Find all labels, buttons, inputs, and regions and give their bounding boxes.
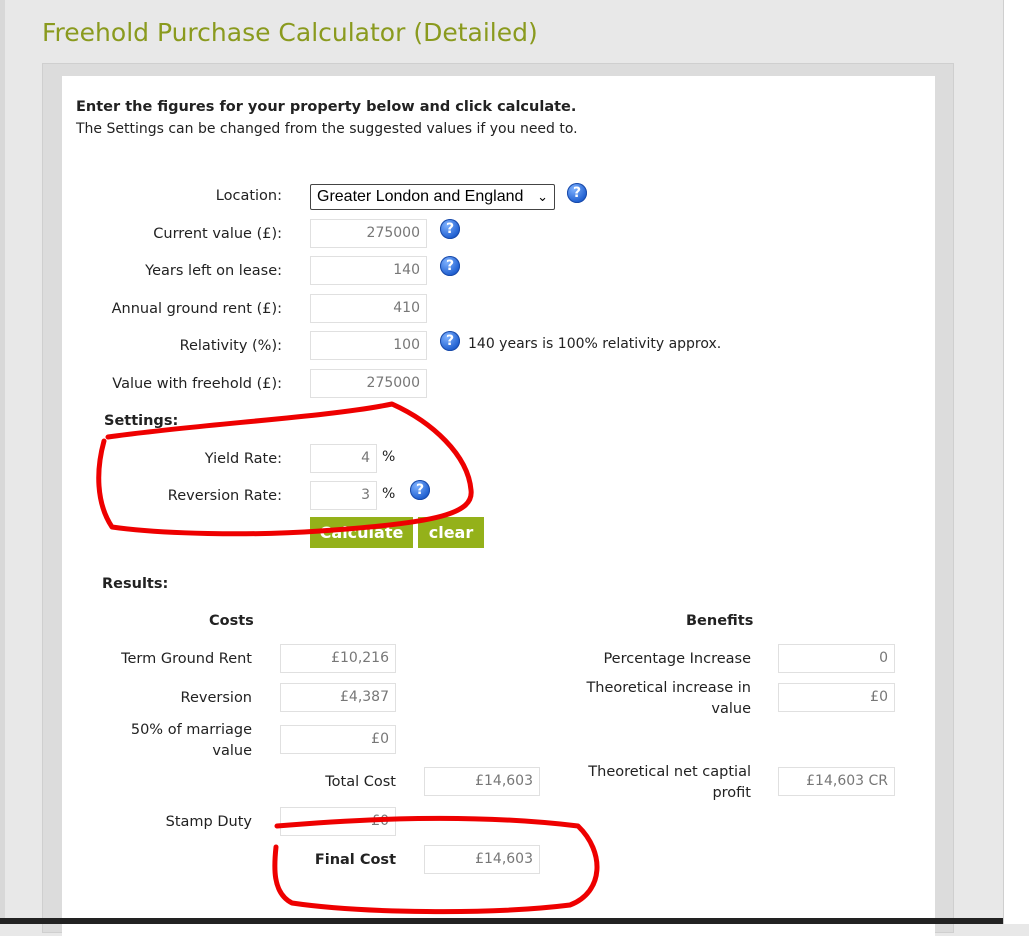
- final-cost-label: Final Cost: [314, 852, 396, 868]
- relativity-note: 140 years is 100% relativity approx.: [468, 336, 722, 352]
- chevron-down-icon: ⌄: [537, 189, 548, 204]
- location-select[interactable]: Greater London and England ⌄: [310, 184, 555, 210]
- ground-rent-input[interactable]: 410: [310, 294, 427, 323]
- help-icon-location[interactable]: ?: [567, 183, 587, 203]
- calculate-button[interactable]: Calculate: [310, 517, 413, 548]
- yield-rate-label: Yield Rate:: [204, 451, 282, 467]
- total-cost-value: £14,603: [424, 767, 540, 796]
- intro-heading: Enter the figures for your property belo…: [76, 99, 577, 115]
- term-ground-rent-value: £10,216: [280, 644, 396, 673]
- results-title: Results:: [102, 576, 169, 592]
- marriage-value-label: 50% of marriage value: [130, 722, 252, 759]
- percentage-increase-label: Percentage Increase: [603, 651, 751, 667]
- net-profit-value: £14,603 CR: [778, 767, 895, 796]
- ground-rent-label: Annual ground rent (£):: [111, 301, 282, 317]
- reversion-rate-label: Reversion Rate:: [167, 488, 282, 504]
- costs-header: Costs: [209, 613, 254, 629]
- bottom-bar: [0, 918, 1003, 924]
- current-value-input[interactable]: 275000: [310, 219, 427, 248]
- stamp-duty-label: Stamp Duty: [165, 814, 252, 830]
- benefits-header: Benefits: [686, 613, 754, 629]
- reversion-label: Reversion: [180, 690, 252, 706]
- net-profit-label: Theoretical net captial profit: [588, 764, 751, 801]
- percentage-increase-value: 0: [778, 644, 895, 673]
- current-value-label: Current value (£):: [153, 226, 282, 242]
- settings-title: Settings:: [104, 413, 179, 429]
- page-left-edge: [0, 0, 5, 924]
- term-ground-rent-label: Term Ground Rent: [121, 651, 252, 667]
- help-icon-current-value[interactable]: ?: [440, 219, 460, 239]
- intro-subtext: The Settings can be changed from the sug…: [76, 121, 578, 137]
- years-left-input[interactable]: 140: [310, 256, 427, 285]
- reversion-rate-unit: %: [382, 486, 396, 502]
- location-label: Location:: [215, 188, 282, 204]
- marriage-value-value: £0: [280, 725, 396, 754]
- years-left-label: Years left on lease:: [145, 263, 282, 279]
- value-freehold-input[interactable]: 275000: [310, 369, 427, 398]
- page-right-edge: [1003, 0, 1029, 924]
- yield-rate-input[interactable]: 4: [310, 444, 377, 473]
- reversion-value: £4,387: [280, 683, 396, 712]
- theoretical-increase-value: £0: [778, 683, 895, 712]
- help-icon-relativity[interactable]: ?: [440, 331, 460, 351]
- page-title: Freehold Purchase Calculator (Detailed): [42, 18, 538, 47]
- help-icon-years-left[interactable]: ?: [440, 256, 460, 276]
- location-select-value: Greater London and England: [317, 188, 524, 205]
- stamp-duty-value: £0: [280, 807, 396, 836]
- reversion-rate-input[interactable]: 3: [310, 481, 377, 510]
- relativity-input[interactable]: 100: [310, 331, 427, 360]
- value-freehold-label: Value with freehold (£):: [112, 376, 282, 392]
- help-icon-reversion-rate[interactable]: ?: [410, 480, 430, 500]
- total-cost-label: Total Cost: [325, 774, 396, 790]
- clear-button[interactable]: clear: [418, 517, 484, 548]
- relativity-label: Relativity (%):: [179, 338, 282, 354]
- yield-rate-unit: %: [382, 449, 396, 465]
- final-cost-value: £14,603: [424, 845, 540, 874]
- theoretical-increase-label: Theoretical increase in value: [586, 680, 751, 717]
